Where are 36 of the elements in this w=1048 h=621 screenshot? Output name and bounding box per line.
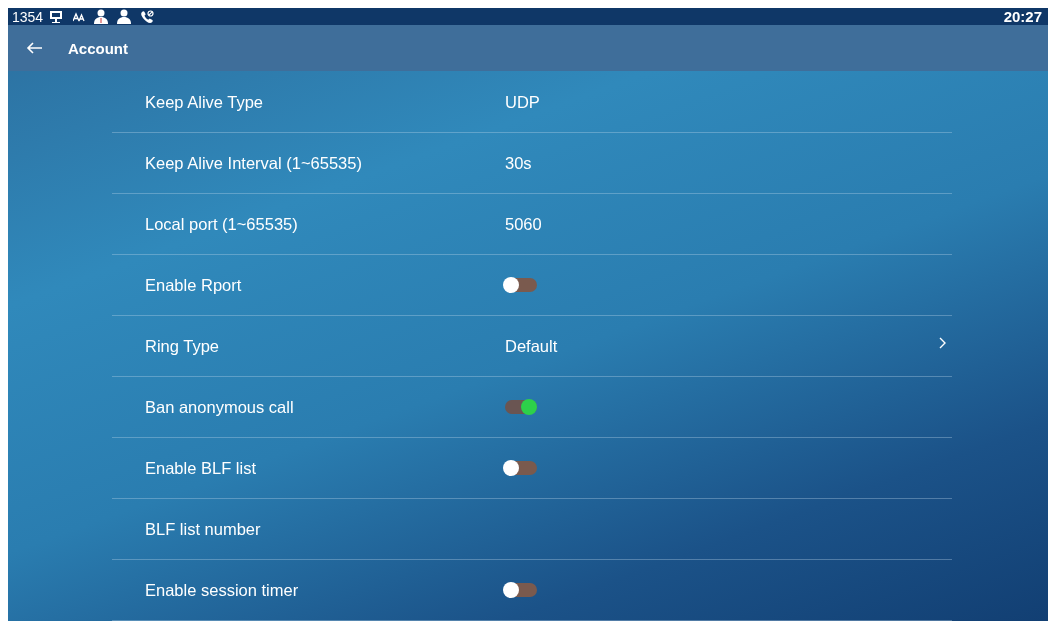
setting-value: UDP bbox=[505, 92, 540, 111]
setting-label: Keep Alive Type bbox=[145, 92, 265, 112]
setting-row[interactable]: Ban anonymous call bbox=[112, 377, 952, 438]
setting-row[interactable]: Enable BLF list bbox=[112, 438, 952, 499]
setting-value: Default bbox=[505, 336, 559, 356]
setting-label: Enable session timer bbox=[145, 580, 300, 600]
setting-label: Keep Alive Interval (1~65535) bbox=[145, 153, 363, 173]
chevron-right-icon bbox=[939, 336, 946, 349]
toggle-switch[interactable] bbox=[505, 583, 537, 597]
clock-time: 20:27 bbox=[1003, 8, 1042, 26]
setting-row[interactable]: Keep Alive Type UDP bbox=[112, 72, 952, 133]
user-icon bbox=[117, 9, 132, 25]
back-arrow-icon bbox=[26, 42, 42, 55]
setting-label: Ring Type bbox=[145, 336, 220, 356]
setting-row[interactable]: Keep Alive Interval (1~65535) 30s bbox=[112, 133, 952, 194]
setting-label: Ban anonymous call bbox=[145, 397, 295, 417]
network-icon bbox=[48, 9, 65, 24]
setting-row[interactable]: Enable Rport bbox=[112, 255, 952, 316]
setting-label: Local port (1~65535) bbox=[145, 214, 299, 234]
phone-icon bbox=[140, 9, 155, 24]
setting-row[interactable]: Local port (1~65535) 5060 bbox=[112, 194, 952, 255]
toggle-switch[interactable] bbox=[505, 278, 537, 292]
setting-row[interactable]: Enable session timer bbox=[112, 560, 952, 621]
setting-row[interactable]: BLF list number bbox=[112, 499, 952, 560]
page-title: Account bbox=[68, 39, 128, 57]
user-icon bbox=[94, 9, 109, 25]
setting-value: 5060 bbox=[505, 214, 542, 233]
status-number: 1354 bbox=[12, 8, 44, 25]
setting-value: 30s bbox=[505, 153, 532, 172]
ring-type-row[interactable]: Ring Type Default bbox=[112, 316, 952, 377]
setting-label: Enable BLF list bbox=[145, 458, 257, 478]
text-size-icon bbox=[73, 11, 86, 22]
toggle-switch[interactable] bbox=[505, 400, 537, 414]
toggle-switch[interactable] bbox=[505, 461, 537, 475]
setting-label: Enable Rport bbox=[145, 275, 243, 295]
setting-label: BLF list number bbox=[145, 519, 262, 539]
